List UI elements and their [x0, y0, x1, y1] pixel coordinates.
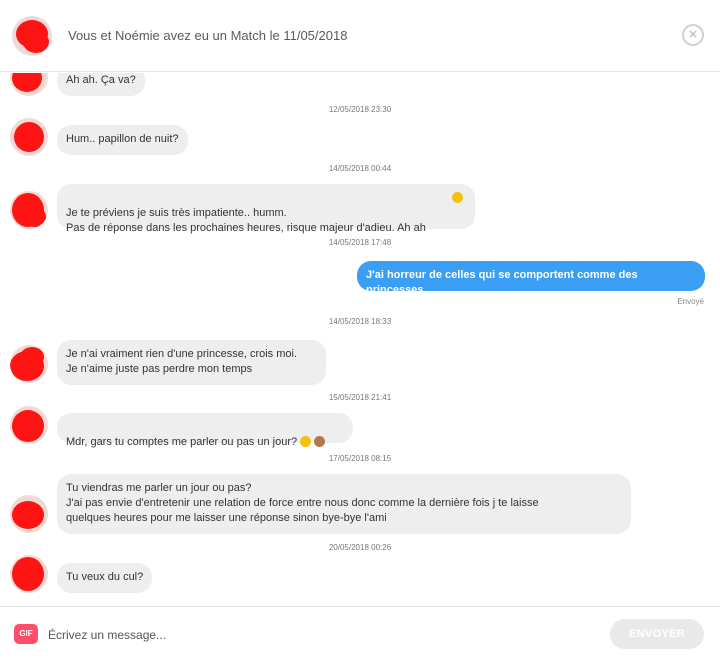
message-timestamp: 14/05/2018 17:48: [328, 238, 392, 247]
gif-button[interactable]: GIF: [14, 624, 38, 644]
message-status: Envoyé: [677, 297, 704, 306]
message-input[interactable]: [46, 621, 590, 649]
avatar[interactable]: [10, 118, 48, 156]
received-message: Je n'ai vraiment rien d'une princesse, c…: [57, 340, 326, 385]
avatar[interactable]: [10, 495, 48, 533]
received-message: Tu viendras me parler un jour ou pas? J'…: [57, 474, 631, 534]
received-message: Ah ah. Ça va?: [57, 73, 145, 96]
message-timestamp: 15/05/2018 21:41: [328, 393, 392, 402]
received-message: Tu veux du cul?: [57, 563, 153, 593]
match-title: Vous et Noémie avez eu un Match le 11/05…: [68, 28, 348, 43]
avatar[interactable]: [10, 345, 48, 383]
message-timestamp: 12/05/2018 23:30: [328, 105, 392, 114]
received-message: Mdr, gars tu comptes me parler ou pas un…: [57, 413, 353, 448]
send-button[interactable]: ENVOYER: [610, 619, 704, 649]
message-timestamp: 14/05/2018 18:33: [328, 317, 392, 326]
received-message: Hum.. papillon de nuit?: [57, 125, 188, 155]
received-message: Je te préviens je suis très impatiente..…: [57, 184, 475, 234]
message-text: Je te préviens je suis très impatiente..…: [66, 207, 426, 234]
composer: GIF ENVOYER: [0, 606, 720, 658]
message-text: Mdr, gars tu comptes me parler ou pas un…: [66, 436, 298, 448]
match-avatar[interactable]: [12, 16, 52, 56]
chat-header: Vous et Noémie avez eu un Match le 11/05…: [0, 0, 720, 72]
laughing-emoji-icon: [452, 192, 463, 203]
message-timestamp: 14/05/2018 00:44: [328, 164, 392, 173]
avatar[interactable]: [10, 191, 48, 229]
laughing-emoji-icon: [300, 436, 312, 447]
close-icon[interactable]: ×: [682, 24, 704, 46]
message-timestamp: 20/05/2018 00:26: [328, 543, 392, 552]
message-timestamp: 17/05/2018 08:15: [328, 454, 392, 463]
message-list: Ah ah. Ça va? 12/05/2018 23:30 Hum.. pap…: [0, 73, 720, 605]
see-no-evil-monkey-icon: [314, 436, 326, 447]
avatar[interactable]: [10, 555, 48, 593]
avatar[interactable]: [10, 406, 48, 444]
avatar[interactable]: [10, 73, 48, 96]
sent-message: J'ai horreur de celles qui se comportent…: [357, 261, 705, 296]
